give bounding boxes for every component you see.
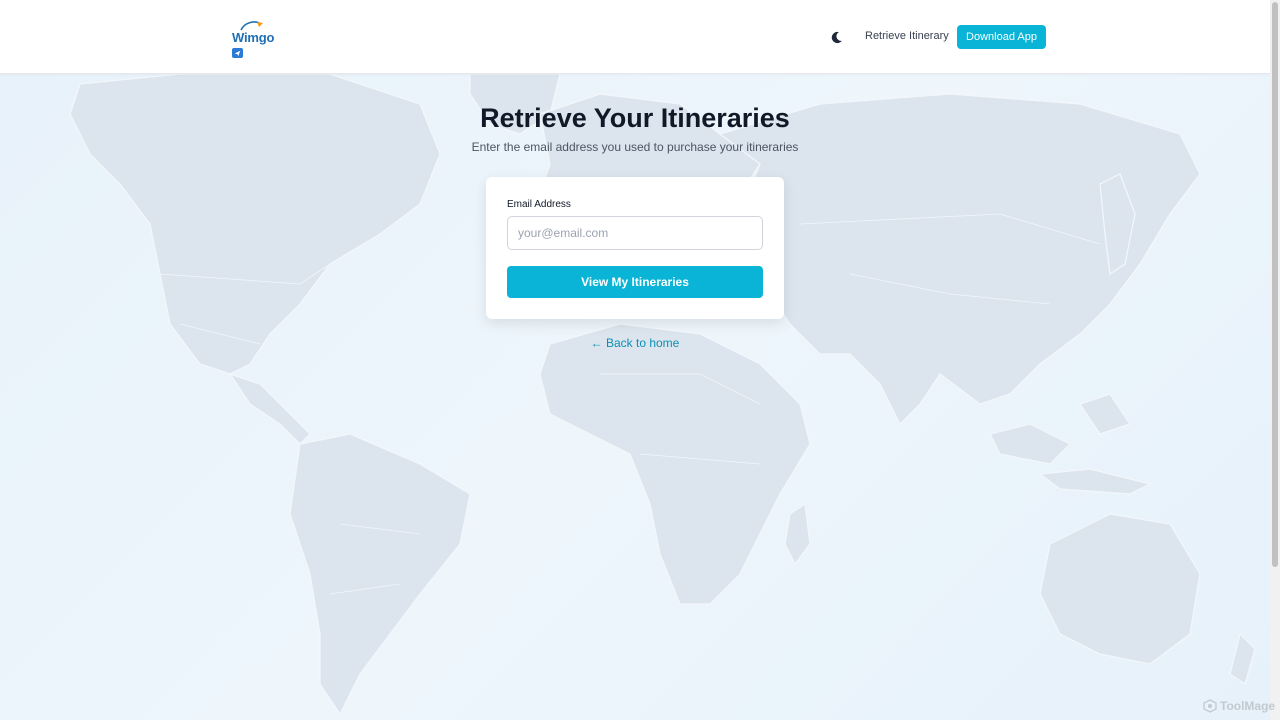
nav-retrieve-itinerary[interactable]: Retrieve Itinerary (865, 30, 949, 42)
page-subtitle: Enter the email address you used to purc… (471, 140, 799, 154)
watermark-text: ToolMage (1220, 699, 1276, 713)
paper-plane-icon (232, 48, 243, 58)
download-app-button[interactable]: Download App (957, 25, 1046, 49)
logo-text: Wimgo (232, 30, 275, 45)
retrieve-form-card: Email Address View My Itineraries (486, 177, 784, 319)
email-label: Email Address (507, 199, 571, 210)
page-scrollbar[interactable] (1270, 0, 1280, 720)
world-map-svg (69, 74, 1256, 716)
moon-icon[interactable] (829, 30, 844, 45)
scrollbar-thumb[interactable] (1272, 2, 1278, 567)
page-title: Retrieve Your Itineraries (480, 103, 790, 133)
wimgo-logo[interactable]: Wimgo (229, 18, 275, 60)
watermark: ToolMage (1203, 699, 1275, 713)
email-input[interactable] (507, 216, 763, 250)
back-link-container: ← Back to home (0, 336, 1270, 350)
world-map-background (0, 74, 1270, 720)
view-itineraries-button[interactable]: View My Itineraries (507, 266, 763, 298)
site-header: Wimgo Retrieve Itinerary Download App (0, 0, 1270, 74)
back-to-home-link[interactable]: ← Back to home (591, 336, 680, 350)
watermark-logo-icon (1203, 699, 1217, 713)
